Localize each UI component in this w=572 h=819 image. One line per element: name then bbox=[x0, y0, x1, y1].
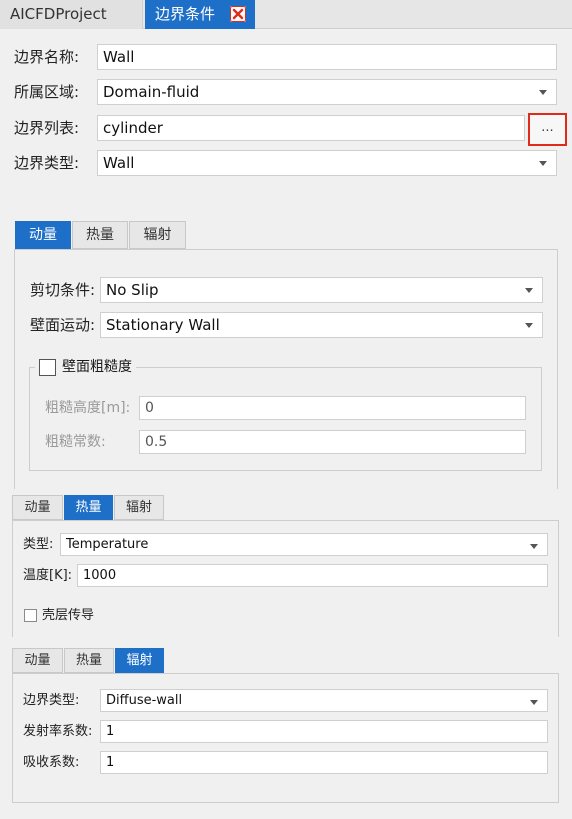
browse-button[interactable]: ... bbox=[528, 113, 567, 146]
emissivity-input[interactable]: 1 bbox=[100, 720, 548, 743]
tab-thermal[interactable]: 热量 bbox=[72, 221, 128, 249]
region-value: Domain-fluid bbox=[103, 83, 200, 101]
checkbox-icon[interactable] bbox=[39, 358, 56, 376]
roughness-group-title: 壁面粗糙度 bbox=[62, 359, 132, 375]
tab-aicfd-project[interactable]: AICFDProject bbox=[0, 0, 143, 29]
shell-conduction-label: 壳层传导 bbox=[42, 608, 95, 623]
thermal-type-label: 类型: bbox=[23, 537, 54, 552]
boundary-type-label: 边界类型: bbox=[14, 154, 80, 172]
tab-radiation[interactable]: 辐射 bbox=[115, 648, 164, 673]
absorption-input[interactable]: 1 bbox=[100, 751, 548, 774]
boundary-type-select[interactable]: Wall bbox=[97, 150, 557, 176]
radiation-type-select[interactable]: Diffuse-wall bbox=[100, 689, 548, 712]
tab-momentum[interactable]: 动量 bbox=[15, 221, 71, 249]
radiation-type-label: 边界类型: bbox=[23, 693, 80, 708]
shear-label: 剪切条件: bbox=[30, 281, 96, 299]
thermal-type-value: Temperature bbox=[66, 537, 149, 552]
close-icon[interactable] bbox=[230, 6, 246, 22]
roughness-height-label: 粗糙高度[m]: bbox=[45, 400, 131, 416]
boundary-type-value: Wall bbox=[103, 154, 135, 172]
absorption-label: 吸收系数: bbox=[23, 755, 80, 770]
emissivity-label: 发射率系数: bbox=[23, 724, 93, 739]
region-select[interactable]: Domain-fluid bbox=[97, 79, 557, 105]
radiation-type-value: Diffuse-wall bbox=[106, 693, 183, 708]
boundary-list-input[interactable]: cylinder bbox=[97, 115, 525, 141]
boundary-list-label: 边界列表: bbox=[14, 119, 80, 137]
tab-thermal[interactable]: 热量 bbox=[64, 495, 113, 520]
tab-momentum[interactable]: 动量 bbox=[12, 495, 63, 520]
roughness-constant-label: 粗糙常数: bbox=[45, 434, 106, 450]
wall-motion-value: Stationary Wall bbox=[106, 316, 220, 334]
shear-value: No Slip bbox=[106, 281, 159, 299]
wall-motion-select[interactable]: Stationary Wall bbox=[100, 312, 543, 338]
roughness-height-input[interactable]: 0 bbox=[139, 396, 526, 420]
tab-radiation[interactable]: 辐射 bbox=[129, 221, 186, 249]
boundary-name-label: 边界名称: bbox=[14, 48, 80, 66]
temperature-input[interactable]: 1000 bbox=[77, 564, 548, 587]
boundary-name-input[interactable]: Wall bbox=[97, 44, 557, 70]
temperature-label: 温度[K]: bbox=[23, 568, 73, 583]
checkbox-icon[interactable] bbox=[24, 609, 37, 622]
tab-radiation[interactable]: 辐射 bbox=[114, 495, 164, 520]
thermal-type-select[interactable]: Temperature bbox=[60, 533, 548, 556]
tab-momentum[interactable]: 动量 bbox=[12, 648, 63, 673]
tab-thermal[interactable]: 热量 bbox=[64, 648, 114, 673]
roughness-group-header[interactable]: 壁面粗糙度 bbox=[35, 357, 136, 377]
roughness-constant-input[interactable]: 0.5 bbox=[139, 430, 526, 454]
shear-select[interactable]: No Slip bbox=[100, 277, 543, 303]
region-label: 所属区域: bbox=[14, 83, 80, 101]
wall-motion-label: 壁面运动: bbox=[30, 316, 96, 334]
